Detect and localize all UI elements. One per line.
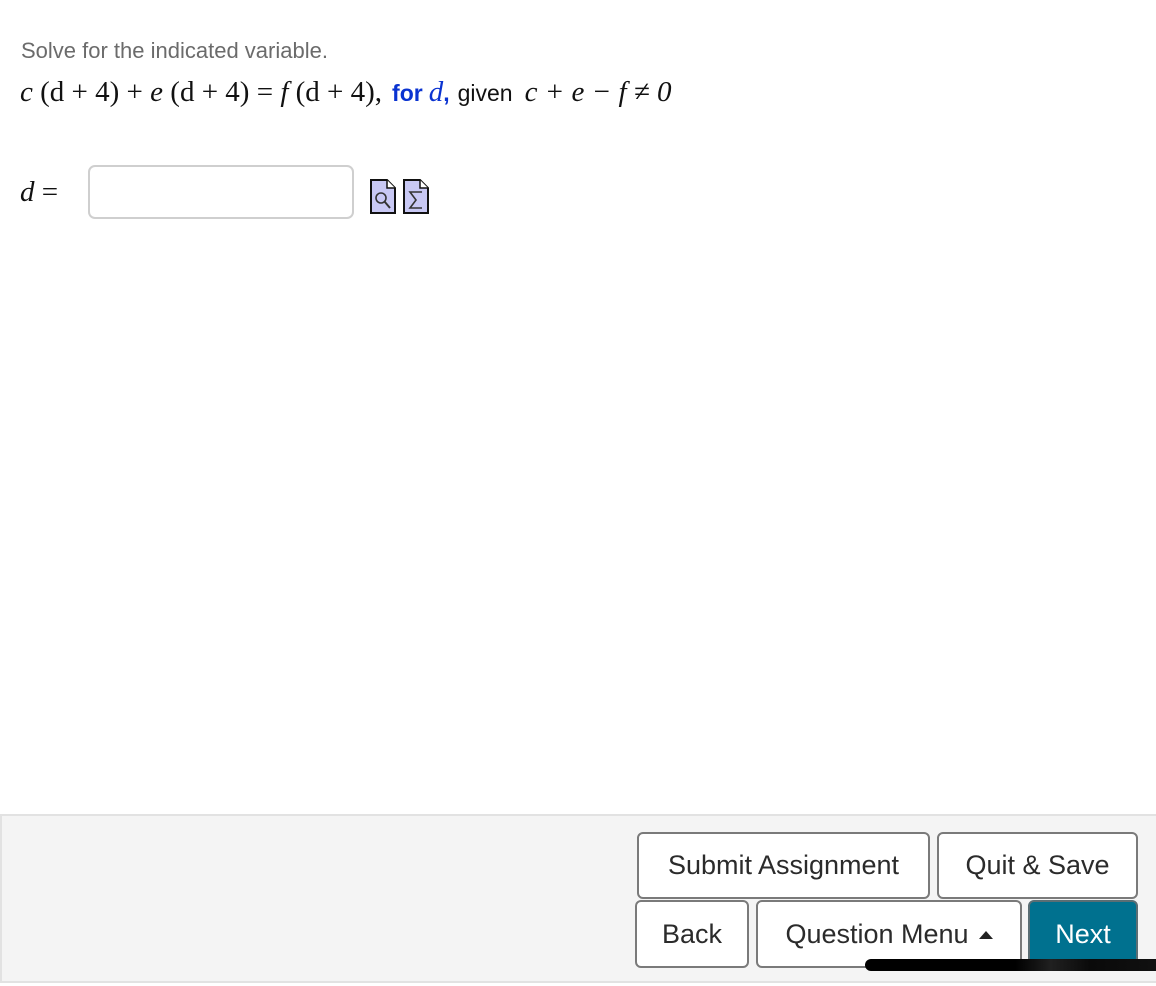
caret-up-icon <box>978 931 993 939</box>
answer-label: d = <box>20 176 88 209</box>
question-instruction: Solve for the indicated variable. <box>21 38 328 63</box>
equals-sign: = <box>256 76 274 108</box>
group-1: (d + 4) <box>40 76 120 108</box>
quit-save-button[interactable]: Quit & Save <box>937 832 1138 899</box>
question-menu-label: Question Menu <box>785 918 969 949</box>
for-label: for <box>392 80 423 106</box>
plus-sign: + <box>126 76 143 108</box>
next-button[interactable]: Next <box>1028 900 1138 968</box>
coef-e: e <box>150 76 164 108</box>
answer-equals: = <box>41 175 59 208</box>
target-variable: d <box>428 76 444 108</box>
preview-magnifier-icon[interactable] <box>370 179 396 214</box>
group-3: (d + 4) <box>295 76 375 108</box>
problem-statement: c (d + 4) + e (d + 4) = f (d + 4), for d… <box>20 76 671 109</box>
back-button[interactable]: Back <box>635 900 749 968</box>
equation-comma: , <box>374 76 383 108</box>
coef-f: f <box>280 76 289 108</box>
given-label: given <box>457 80 513 106</box>
equation: c (d + 4) + e (d + 4) = f (d + 4), <box>20 76 382 109</box>
sigma-equation-editor-icon[interactable] <box>403 179 429 214</box>
group-2: (d + 4) <box>170 76 250 108</box>
coef-c: c <box>20 76 33 108</box>
submit-assignment-button[interactable]: Submit Assignment <box>637 832 930 899</box>
answer-row: d = <box>20 163 354 221</box>
answer-variable: d <box>20 175 35 208</box>
for-comma: , <box>443 80 450 106</box>
answer-input[interactable] <box>88 165 354 219</box>
given-condition: c + e − f ≠ 0 <box>524 76 672 108</box>
home-indicator-bar <box>865 959 1156 971</box>
question-menu-button[interactable]: Question Menu <box>756 900 1022 968</box>
